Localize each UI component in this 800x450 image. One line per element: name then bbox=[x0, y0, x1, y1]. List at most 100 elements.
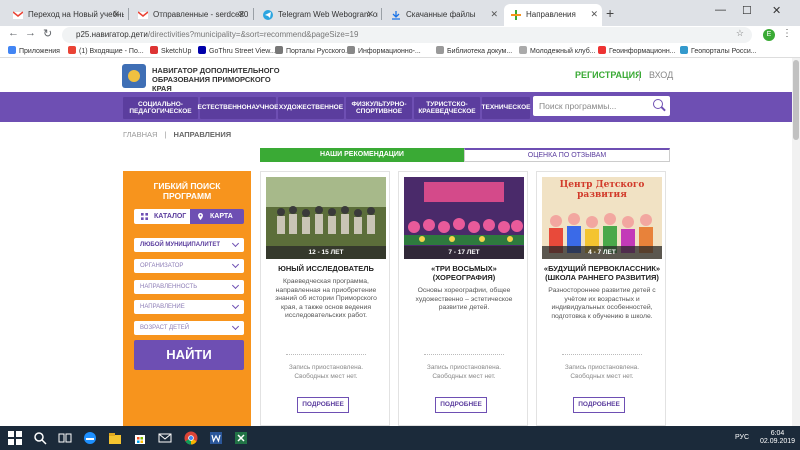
browser-tab[interactable]: Отправленные - serdce2019pk@✕ bbox=[131, 4, 249, 26]
url-input[interactable]: p25.навигатор.дети/directivities?municip… bbox=[62, 27, 752, 43]
search-icon[interactable] bbox=[33, 431, 47, 445]
browser-tab-bar: Переход на Новый учебный год✕ Отправленн… bbox=[0, 0, 800, 26]
back-arrow-icon[interactable]: ← bbox=[8, 27, 19, 39]
divider bbox=[562, 354, 642, 355]
minimize-button[interactable]: — bbox=[715, 4, 726, 16]
search-icon[interactable] bbox=[653, 99, 663, 109]
tab-recommendations[interactable]: НАШИ РЕКОМЕНДАЦИИ bbox=[260, 148, 464, 162]
gmail-icon bbox=[13, 11, 23, 19]
breadcrumb-separator: | bbox=[164, 130, 167, 139]
program-description: Краеведческая программа, направленная на… bbox=[275, 278, 377, 320]
close-icon[interactable]: ✕ bbox=[112, 9, 120, 20]
filter-title: ГИБКИЙ ПОИСК ПРОГРАММ bbox=[153, 181, 221, 201]
bookmark-item[interactable]: (1) Входящие - По... bbox=[68, 46, 144, 55]
bookmark-item[interactable]: Приложения bbox=[8, 46, 60, 55]
program-card[interactable]: 12 - 15 ЛЕТ ЮНЫЙ ИССЛЕДОВАТЕЛЬ Краеведче… bbox=[260, 171, 390, 426]
category-art[interactable]: ХУДОЖЕСТВЕННОЕ bbox=[278, 97, 344, 119]
program-photo: Центр Детского развития 4 - 7 ЛЕТ bbox=[542, 177, 662, 259]
forward-arrow-icon[interactable]: → bbox=[25, 27, 36, 39]
word-icon[interactable] bbox=[209, 431, 223, 445]
bookmark-item[interactable]: Порталы Русского... bbox=[275, 46, 351, 55]
star-icon[interactable]: ☆ bbox=[736, 28, 744, 39]
excel-icon[interactable] bbox=[234, 431, 248, 445]
navigator-icon bbox=[511, 10, 521, 20]
url-path: /directivities?municipality=&sort=recomm… bbox=[147, 30, 359, 39]
more-button[interactable]: ПОДРОБНЕЕ bbox=[573, 397, 625, 413]
system-clock[interactable]: 6:04 02.09.2019 bbox=[760, 430, 795, 446]
browser-tab[interactable]: Telegram Web Webogram online✕ bbox=[256, 4, 378, 26]
explorer-icon[interactable] bbox=[108, 431, 122, 445]
program-description: Разностороннее развитие детей с учётом и… bbox=[548, 287, 656, 320]
bookmark-item[interactable]: Геопорталы Росси... bbox=[680, 46, 757, 55]
category-technical[interactable]: ТЕХНИЧЕСКОЕ bbox=[482, 97, 530, 119]
age-select[interactable]: ВОЗРАСТ ДЕТЕЙ bbox=[134, 321, 244, 335]
program-title[interactable]: ЮНЫЙ ИССЛЕДОВАТЕЛЬ bbox=[265, 264, 387, 273]
register-link[interactable]: РЕГИСТРАЦИЯ bbox=[575, 70, 642, 80]
menu-dots-icon[interactable]: ⋮ bbox=[782, 28, 792, 39]
telegram-icon bbox=[263, 10, 273, 20]
mail-icon[interactable] bbox=[158, 431, 172, 445]
organizer-select[interactable]: ОРГАНИЗАТОР bbox=[134, 259, 244, 273]
program-card[interactable]: Центр Детского развития 4 - 7 ЛЕТ «БУДУЩ… bbox=[536, 171, 666, 426]
browser-tab[interactable]: Скачанные файлы ✕ bbox=[384, 4, 502, 26]
more-button[interactable]: ПОДРОБНЕЕ bbox=[297, 397, 349, 413]
category-sport[interactable]: ФИЗКУЛЬТУРНО- СПОРТИВНОЕ bbox=[346, 97, 412, 119]
gmail-icon bbox=[138, 11, 148, 19]
program-description: Основы хореографии, общее художественно … bbox=[415, 287, 513, 312]
close-icon[interactable]: ✕ bbox=[590, 9, 598, 20]
program-photo: 12 - 15 ЛЕТ bbox=[266, 177, 386, 259]
age-badge: 12 - 15 ЛЕТ bbox=[266, 246, 386, 259]
maximize-button[interactable]: ☐ bbox=[742, 4, 752, 17]
direction-select[interactable]: НАПРАВЛЕНИЕ bbox=[134, 300, 244, 314]
close-icon[interactable]: ✕ bbox=[237, 9, 245, 20]
category-tourism[interactable]: ТУРИСТСКО- КРАЕВЕДЧЕСКОЕ bbox=[414, 97, 480, 119]
task-view-icon[interactable] bbox=[58, 431, 72, 445]
divider bbox=[639, 70, 640, 81]
close-icon[interactable]: ✕ bbox=[490, 9, 498, 20]
site-logo[interactable] bbox=[122, 64, 146, 88]
address-bar-row: ← → ↻ p25.навигатор.дети/directivities?m… bbox=[0, 26, 800, 44]
category-social[interactable]: СОЦИАЛЬНО- ПЕДАГОГИЧЕСКОЕ bbox=[123, 97, 198, 119]
profile-avatar[interactable]: E bbox=[763, 29, 775, 41]
bookmark-item[interactable]: GoThru Street View... bbox=[198, 46, 276, 55]
windows-start-icon[interactable] bbox=[8, 431, 22, 445]
program-title[interactable]: «БУДУЩИЙ ПЕРВОКЛАССНИК» (ШКОЛА РАННЕГО Р… bbox=[541, 264, 663, 282]
browser-tab-active[interactable]: Направления ✕ bbox=[504, 4, 602, 26]
divider bbox=[286, 354, 366, 355]
chrome-icon[interactable] bbox=[184, 431, 198, 445]
more-button[interactable]: ПОДРОБНЕЕ bbox=[435, 397, 487, 413]
edge-icon[interactable] bbox=[83, 431, 97, 445]
category-science[interactable]: ЕСТЕСТВЕННОНАУЧНОЕ bbox=[198, 97, 279, 119]
bookmark-item[interactable]: Библиотека докум... bbox=[436, 46, 512, 55]
login-link[interactable]: ВХОД bbox=[649, 70, 673, 80]
close-window-button[interactable]: ✕ bbox=[772, 4, 781, 17]
store-icon[interactable] bbox=[133, 431, 147, 445]
reload-icon[interactable]: ↻ bbox=[43, 27, 52, 40]
new-tab-button[interactable]: + bbox=[606, 5, 614, 21]
directivity-select[interactable]: НАПРАВЛЕННОСТЬ bbox=[134, 280, 244, 294]
download-icon bbox=[392, 11, 400, 20]
bookmark-item[interactable]: Молодежный клуб... bbox=[519, 46, 596, 55]
bookmark-item[interactable]: Информационно-... bbox=[347, 46, 421, 55]
tab-reviews[interactable]: ОЦЕНКА ПО ОТЗЫВАМ bbox=[464, 148, 670, 162]
enrollment-status: Запись приостановлена. Свободных мест не… bbox=[426, 364, 502, 380]
breadcrumb-home[interactable]: ГЛАВНАЯ bbox=[123, 130, 157, 139]
web-page: НАВИГАТОР ДОПОЛНИТЕЛЬНОГО ОБРАЗОВАНИЯ ПР… bbox=[0, 58, 800, 426]
language-indicator[interactable]: РУС bbox=[735, 434, 749, 441]
program-card[interactable]: 7 - 17 ЛЕТ «ТРИ ВОСЬМЫХ» (ХОРЕОГРАФИЯ) О… bbox=[398, 171, 528, 426]
browser-tab[interactable]: Переход на Новый учебный год✕ bbox=[6, 4, 124, 26]
enrollment-status: Запись приостановлена. Свободных мест не… bbox=[288, 364, 364, 380]
bookmark-item[interactable]: Геоинформационн... bbox=[598, 46, 676, 55]
municipality-select[interactable]: ЛЮБОЙ МУНИЦИПАЛИТЕТ bbox=[134, 238, 244, 252]
find-button[interactable]: НАЙТИ bbox=[134, 340, 244, 370]
scrollbar-thumb[interactable] bbox=[793, 60, 799, 140]
site-brand[interactable]: НАВИГАТОР ДОПОЛНИТЕЛЬНОГО ОБРАЗОВАНИЯ ПР… bbox=[152, 66, 282, 93]
photo-sign-text: Центр Детского развития bbox=[559, 180, 645, 200]
map-button[interactable]: КАРТА bbox=[190, 209, 244, 224]
url-domain: p25.навигатор.дети bbox=[76, 30, 148, 39]
program-title[interactable]: «ТРИ ВОСЬМЫХ» (ХОРЕОГРАФИЯ) bbox=[403, 264, 525, 282]
bookmark-item[interactable]: SketchUp bbox=[150, 46, 191, 55]
close-icon[interactable]: ✕ bbox=[366, 9, 374, 20]
breadcrumb: ГЛАВНАЯ | НАПРАВЛЕНИЯ bbox=[123, 130, 231, 139]
catalog-button[interactable]: КАТАЛОГ bbox=[134, 209, 190, 224]
